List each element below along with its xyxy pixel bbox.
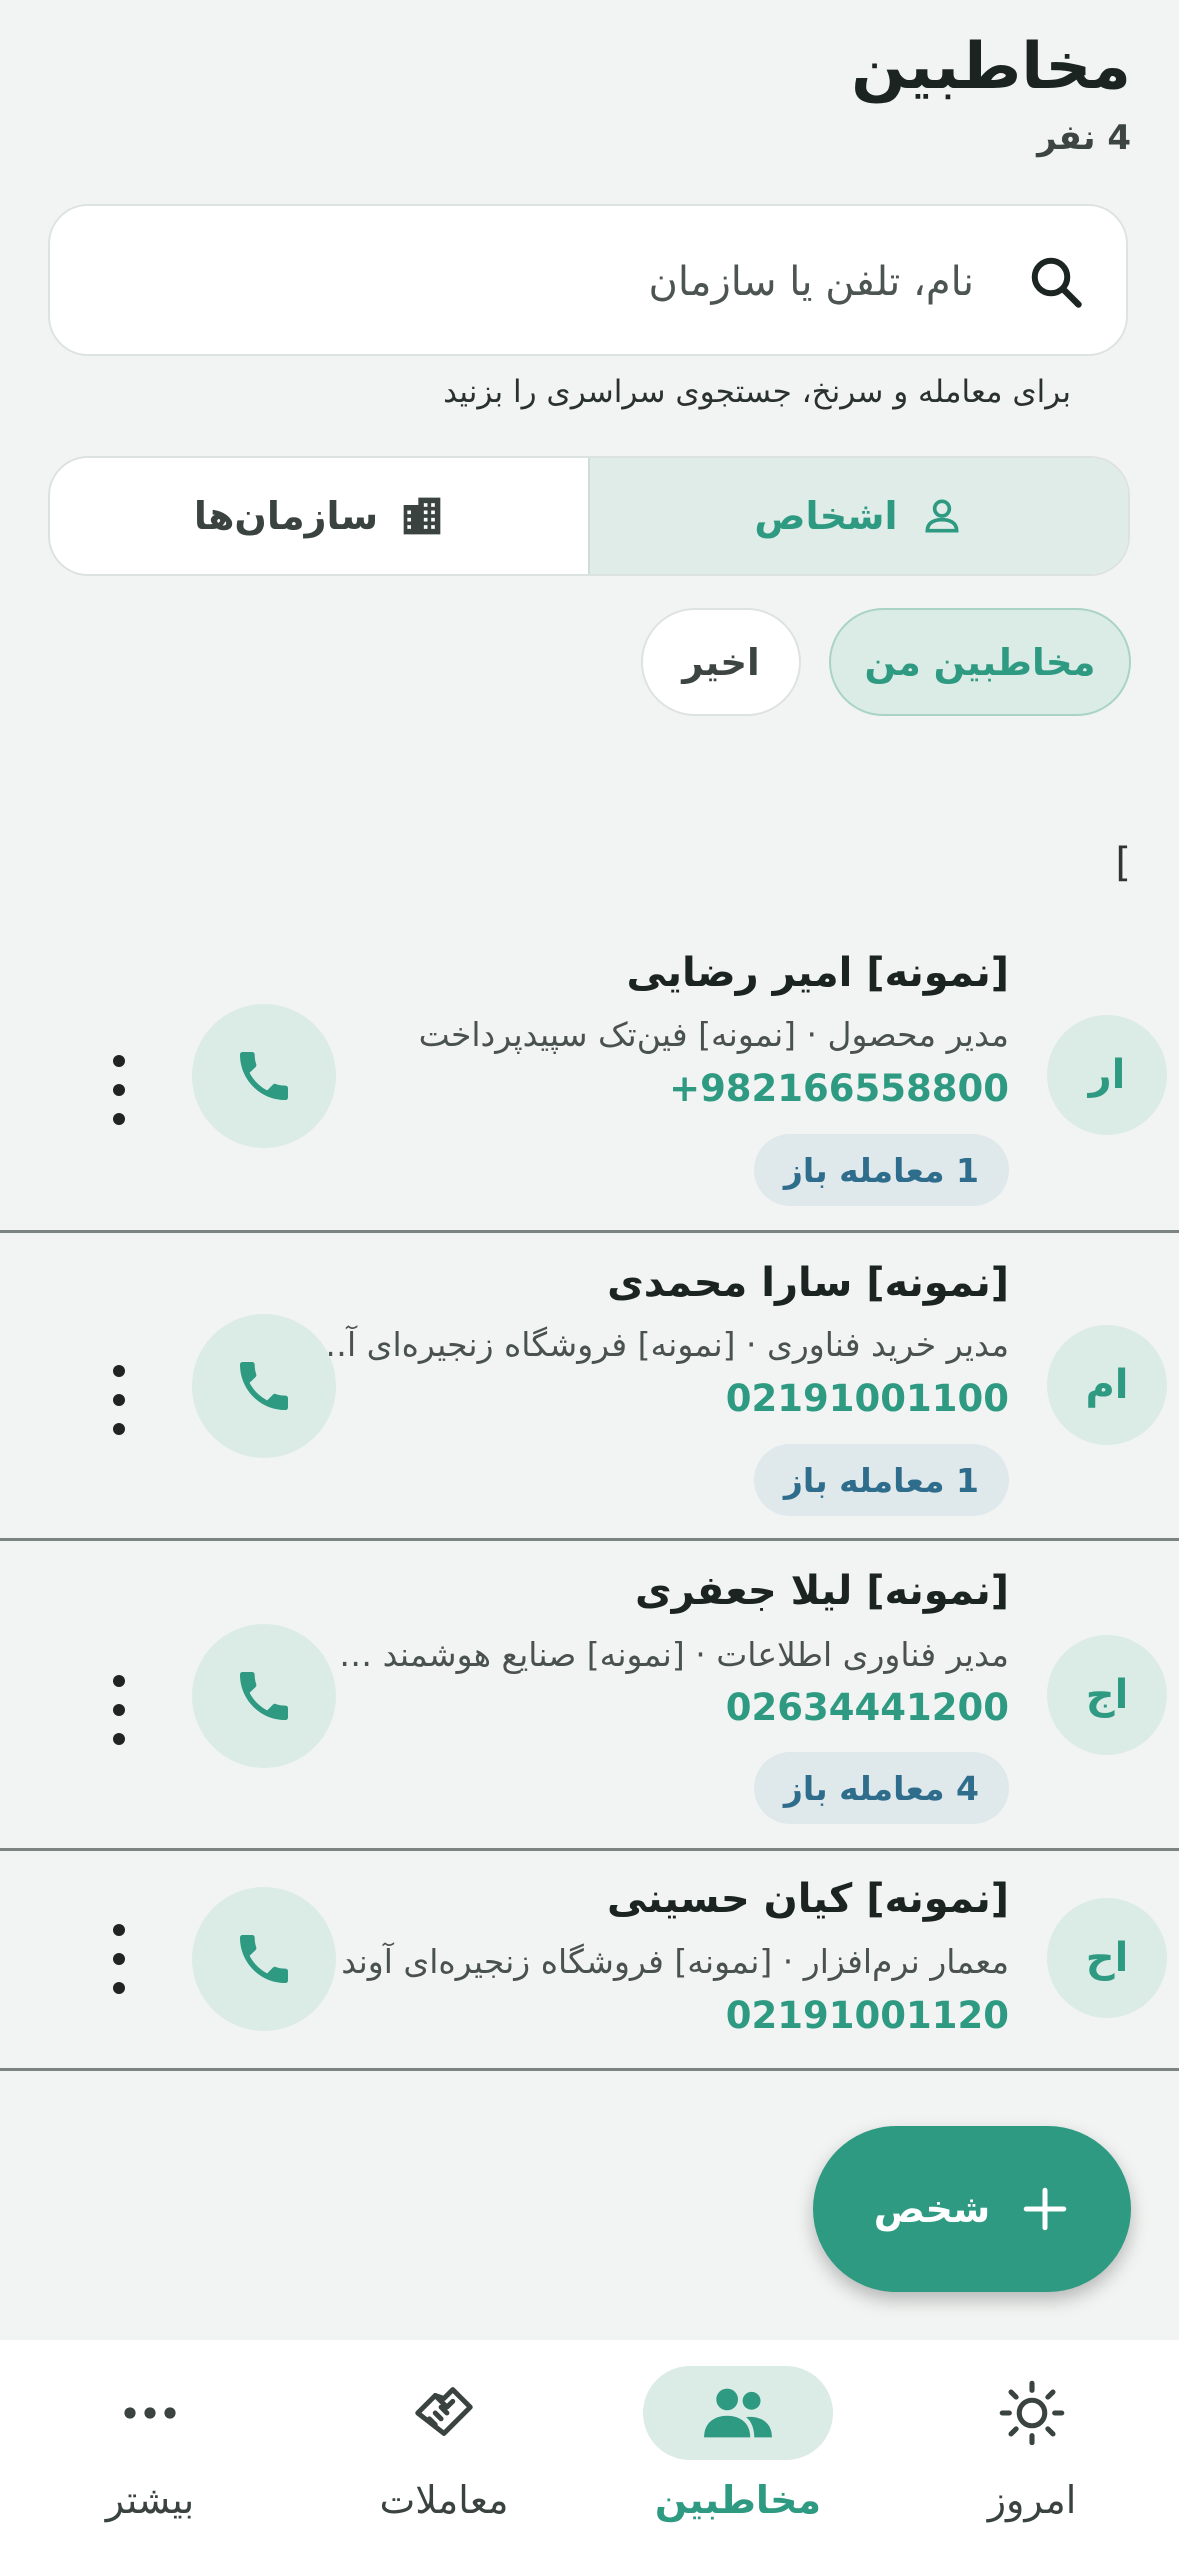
- call-button[interactable]: [192, 1887, 336, 2031]
- avatar: اح: [1047, 1898, 1167, 2018]
- contact-subtitle: مدیر فناوری اطلاعات · [نمونه] صنایع هوشم…: [339, 1635, 1009, 1674]
- people-icon: [704, 2388, 772, 2438]
- phone-icon: [240, 1672, 288, 1720]
- more-vertical-icon: [113, 1365, 125, 1377]
- person-icon: [925, 499, 959, 533]
- contact-row[interactable]: اح [نمونه] کیان حسینی معمار نرم‌افزار · …: [0, 1848, 1179, 2071]
- nav-today[interactable]: امروز: [885, 2340, 1179, 2556]
- contact-subtitle: مدیر خرید فناوری · [نمونه] فروشگاه زنجیر…: [329, 1325, 1009, 1364]
- contact-subtitle: معمار نرم‌افزار · [نمونه] فروشگاه زنجیره…: [341, 1942, 1009, 1981]
- contact-name: [نمونه] لیلا جعفری: [634, 1568, 1009, 1614]
- nav-today-label: امروز: [987, 2478, 1077, 2522]
- stray-bracket-text: [: [1115, 840, 1131, 886]
- add-person-button[interactable]: شخص: [813, 2126, 1131, 2292]
- nav-more-label: بیشتر: [105, 2478, 195, 2522]
- nav-more[interactable]: بیشتر: [3, 2340, 297, 2556]
- tab-people[interactable]: اشخاص: [588, 458, 1128, 574]
- handshake-icon: [415, 2387, 473, 2436]
- tab-people-label: اشخاص: [754, 494, 898, 538]
- building-icon: [403, 497, 441, 535]
- page-title: مخاطبین: [851, 30, 1131, 104]
- tab-organizations-label: سازمان‌ها: [193, 494, 379, 538]
- sun-icon: [999, 2380, 1065, 2446]
- chip-my-contacts[interactable]: مخاطبین من: [829, 608, 1131, 716]
- phone-icon: [240, 1935, 288, 1983]
- avatar: اج: [1047, 1635, 1167, 1755]
- phone-icon: [240, 1052, 288, 1100]
- plus-icon: [1024, 2187, 1067, 2231]
- tab-organizations[interactable]: سازمان‌ها: [50, 458, 588, 574]
- more-horizontal-icon: [124, 2407, 176, 2419]
- contact-name: [نمونه] سارا محمدی: [607, 1260, 1009, 1306]
- open-deals-badge[interactable]: 1 معامله باز: [753, 1134, 1009, 1206]
- contact-phone[interactable]: 02191001100: [726, 1377, 1009, 1420]
- more-options-button[interactable]: [104, 1675, 134, 1745]
- nav-contacts[interactable]: مخاطبین: [591, 2340, 885, 2556]
- contact-count: 4 نفر: [1037, 118, 1131, 158]
- call-button[interactable]: [192, 1314, 336, 1458]
- call-button[interactable]: [192, 1004, 336, 1148]
- chip-recent[interactable]: اخیر: [641, 608, 801, 716]
- search-box[interactable]: [48, 204, 1128, 356]
- avatar: ار: [1047, 1015, 1167, 1135]
- contact-phone[interactable]: 02634441200: [726, 1686, 1009, 1729]
- contact-name: [نمونه] کیان حسینی: [606, 1876, 1009, 1922]
- more-options-button[interactable]: [104, 1365, 134, 1435]
- more-vertical-icon: [113, 1675, 125, 1687]
- call-button[interactable]: [192, 1624, 336, 1768]
- nav-deals-label: معاملات: [379, 2478, 509, 2522]
- contact-row[interactable]: اج [نمونه] لیلا جعفری مدیر فناوری اطلاعا…: [0, 1538, 1179, 1851]
- more-options-button[interactable]: [104, 1924, 134, 1994]
- contact-row[interactable]: ام [نمونه] سارا محمدی مدیر خرید فناوری ·…: [0, 1230, 1179, 1541]
- nav-contacts-label: مخاطبین: [654, 2478, 822, 2522]
- add-person-label: شخص: [873, 2187, 991, 2231]
- contact-row[interactable]: ار [نمونه] امیر رضایی مدیر محصول · [نمون…: [0, 920, 1179, 1233]
- bottom-navigation: امروز مخاطبین معاملات بیشتر: [0, 2340, 1179, 2556]
- open-deals-badge[interactable]: 1 معامله باز: [753, 1444, 1009, 1516]
- more-options-button[interactable]: [104, 1055, 134, 1125]
- search-hint: برای معامله و سرنخ، جستجوی سراسری را بزن…: [443, 374, 1071, 410]
- open-deals-badge[interactable]: 4 معامله باز: [753, 1752, 1009, 1824]
- people-org-toggle: اشخاص سازمان‌ها: [48, 456, 1130, 576]
- contact-subtitle: مدیر محصول · [نمونه] فین‌تک سپیدپرداخت: [418, 1015, 1009, 1054]
- avatar: ام: [1047, 1325, 1167, 1445]
- contact-phone[interactable]: 02191001120: [726, 1994, 1009, 2037]
- phone-icon: [240, 1362, 288, 1410]
- nav-deals[interactable]: معاملات: [297, 2340, 591, 2556]
- more-vertical-icon: [113, 1924, 125, 1936]
- contact-name: [نمونه] امیر رضایی: [626, 950, 1009, 996]
- search-icon[interactable]: [1026, 252, 1086, 312]
- contact-phone[interactable]: +982166558800: [669, 1067, 1009, 1110]
- search-input[interactable]: [272, 246, 976, 318]
- more-vertical-icon: [113, 1055, 125, 1067]
